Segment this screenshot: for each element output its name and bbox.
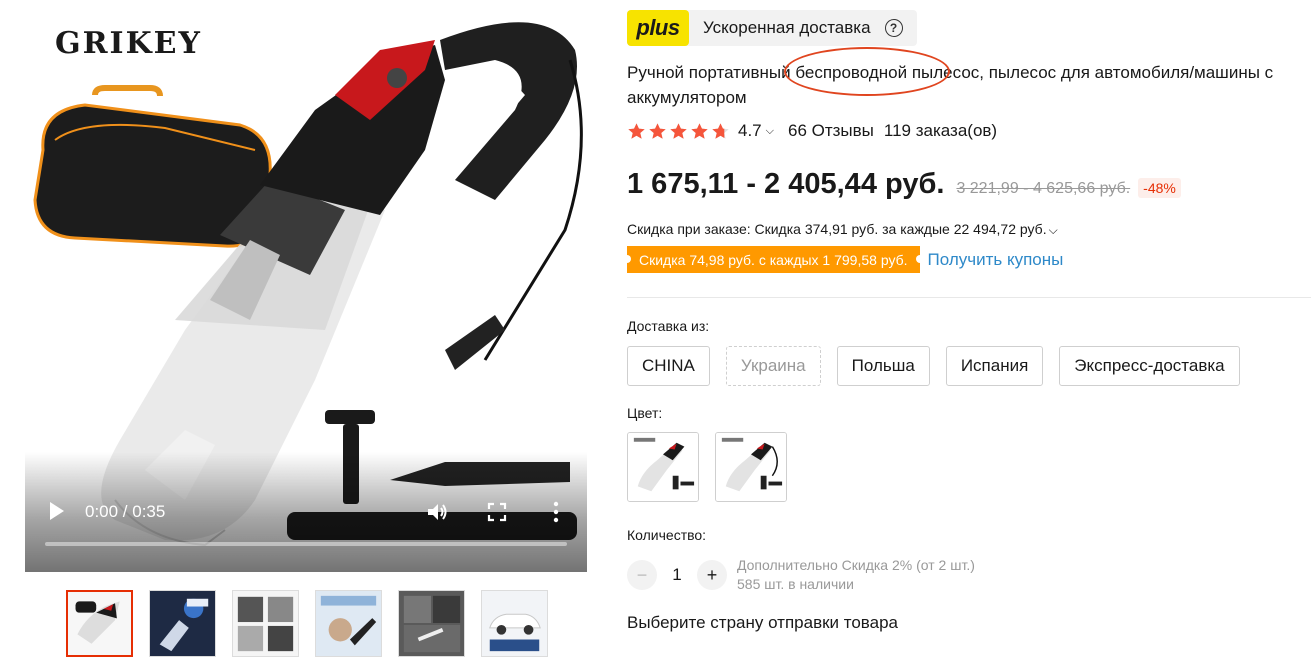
extra-discount-text: Дополнительно Скидка 2% (от 2 шт.) <box>737 557 975 573</box>
shipping-from-label: Доставка из: <box>627 318 710 334</box>
question-circle-icon[interactable]: ? <box>884 19 903 37</box>
thumb-vacuum-main[interactable] <box>66 590 133 657</box>
color-label: Цвет: <box>627 405 663 421</box>
rating-row: 4.7 ⌵ 66 Отзывы 119 заказа(ов) <box>627 119 997 143</box>
ship-option-express[interactable]: Экспресс-доставка <box>1059 346 1240 386</box>
decrease-quantity-button[interactable]: − <box>627 560 657 590</box>
coupon-ticket[interactable]: Скидка 74,98 руб. с каждых 1 799,58 руб. <box>623 246 924 273</box>
price-row: 1 675,11 - 2 405,44 руб. 3 221,99 - 4 62… <box>627 168 1181 201</box>
product-media-player[interactable]: GRIKEY 0:00 / 0:35 <box>25 0 587 572</box>
ship-option-spain[interactable]: Испания <box>945 346 1044 386</box>
rating-value[interactable]: 4.7 <box>738 121 762 141</box>
thumb-car-use[interactable] <box>398 590 465 657</box>
thumb-features[interactable] <box>232 590 299 657</box>
quantity-value[interactable]: 1 <box>657 565 697 585</box>
shipping-origin-options: CHINA Украина Польша Испания Экспресс-до… <box>627 346 1240 386</box>
more-options-icon[interactable] <box>551 500 561 524</box>
old-price: 3 221,99 - 4 625,66 руб. <box>956 180 1131 197</box>
quantity-label: Количество: <box>627 527 707 543</box>
play-icon[interactable] <box>47 500 67 522</box>
star-icon <box>670 122 687 139</box>
divider <box>627 297 1311 298</box>
order-discount-text: Скидка при заказе: Скидка 374,91 руб. за… <box>627 221 1047 237</box>
chevron-down-icon: ⌵ <box>1048 223 1058 237</box>
color-option-wireless[interactable] <box>627 432 699 502</box>
plus-badge: plus <box>627 10 689 46</box>
current-price: 1 675,11 - 2 405,44 руб. <box>627 168 945 200</box>
chevron-down-icon[interactable]: ⌵ <box>766 125 774 138</box>
rating-stars <box>627 122 730 141</box>
thumb-6000pa[interactable] <box>149 590 216 657</box>
ship-option-ukraine[interactable]: Украина <box>725 346 821 386</box>
increase-quantity-button[interactable]: + <box>697 560 727 590</box>
orders-count: 119 заказа(ов) <box>883 121 998 140</box>
star-icon <box>691 122 708 139</box>
thumbnail-strip <box>66 590 548 657</box>
fullscreen-icon[interactable] <box>487 502 507 522</box>
product-title: Ручной портативный беспроводной пылесос,… <box>627 63 1274 107</box>
order-discount-dropdown[interactable]: Скидка при заказе: Скидка 374,91 руб. за… <box>627 221 1058 238</box>
thumb-car[interactable] <box>481 590 548 657</box>
color-options <box>627 432 787 502</box>
coupon-row: Скидка 74,98 руб. с каждых 1 799,58 руб.… <box>623 246 1064 273</box>
ship-option-poland[interactable]: Польша <box>836 346 930 386</box>
star-icon <box>628 122 645 139</box>
get-coupons-link[interactable]: Получить купоны <box>928 250 1064 270</box>
ship-option-china[interactable]: CHINA <box>627 346 710 386</box>
quantity-info: Дополнительно Скидка 2% (от 2 шт.) 585 ш… <box>737 556 975 594</box>
reviews-link[interactable]: 66 Отзывы <box>788 121 874 141</box>
plus-delivery-label: Ускоренная доставка <box>703 18 871 37</box>
thumb-usage[interactable] <box>315 590 382 657</box>
stock-text: 585 шт. в наличии <box>737 576 854 592</box>
color-option-wired[interactable] <box>715 432 787 502</box>
star-icon <box>649 122 666 139</box>
ship-country-prompt[interactable]: Выберите страну отправки товара <box>627 613 898 633</box>
discount-badge: -48% <box>1138 178 1181 198</box>
plus-delivery-banner[interactable]: plus Ускоренная доставка ? <box>627 10 917 46</box>
video-progress-bar[interactable] <box>45 542 567 546</box>
quantity-stepper: − 1 + Дополнительно Скидка 2% (от 2 шт.)… <box>627 556 975 594</box>
brand-logo: GRIKEY <box>55 26 202 61</box>
product-info-panel: plus Ускоренная доставка ? Ручной портат… <box>623 0 1311 662</box>
volume-icon[interactable] <box>425 500 449 524</box>
star-icon <box>712 122 729 139</box>
video-time-readout: 0:00 / 0:35 <box>85 502 166 521</box>
